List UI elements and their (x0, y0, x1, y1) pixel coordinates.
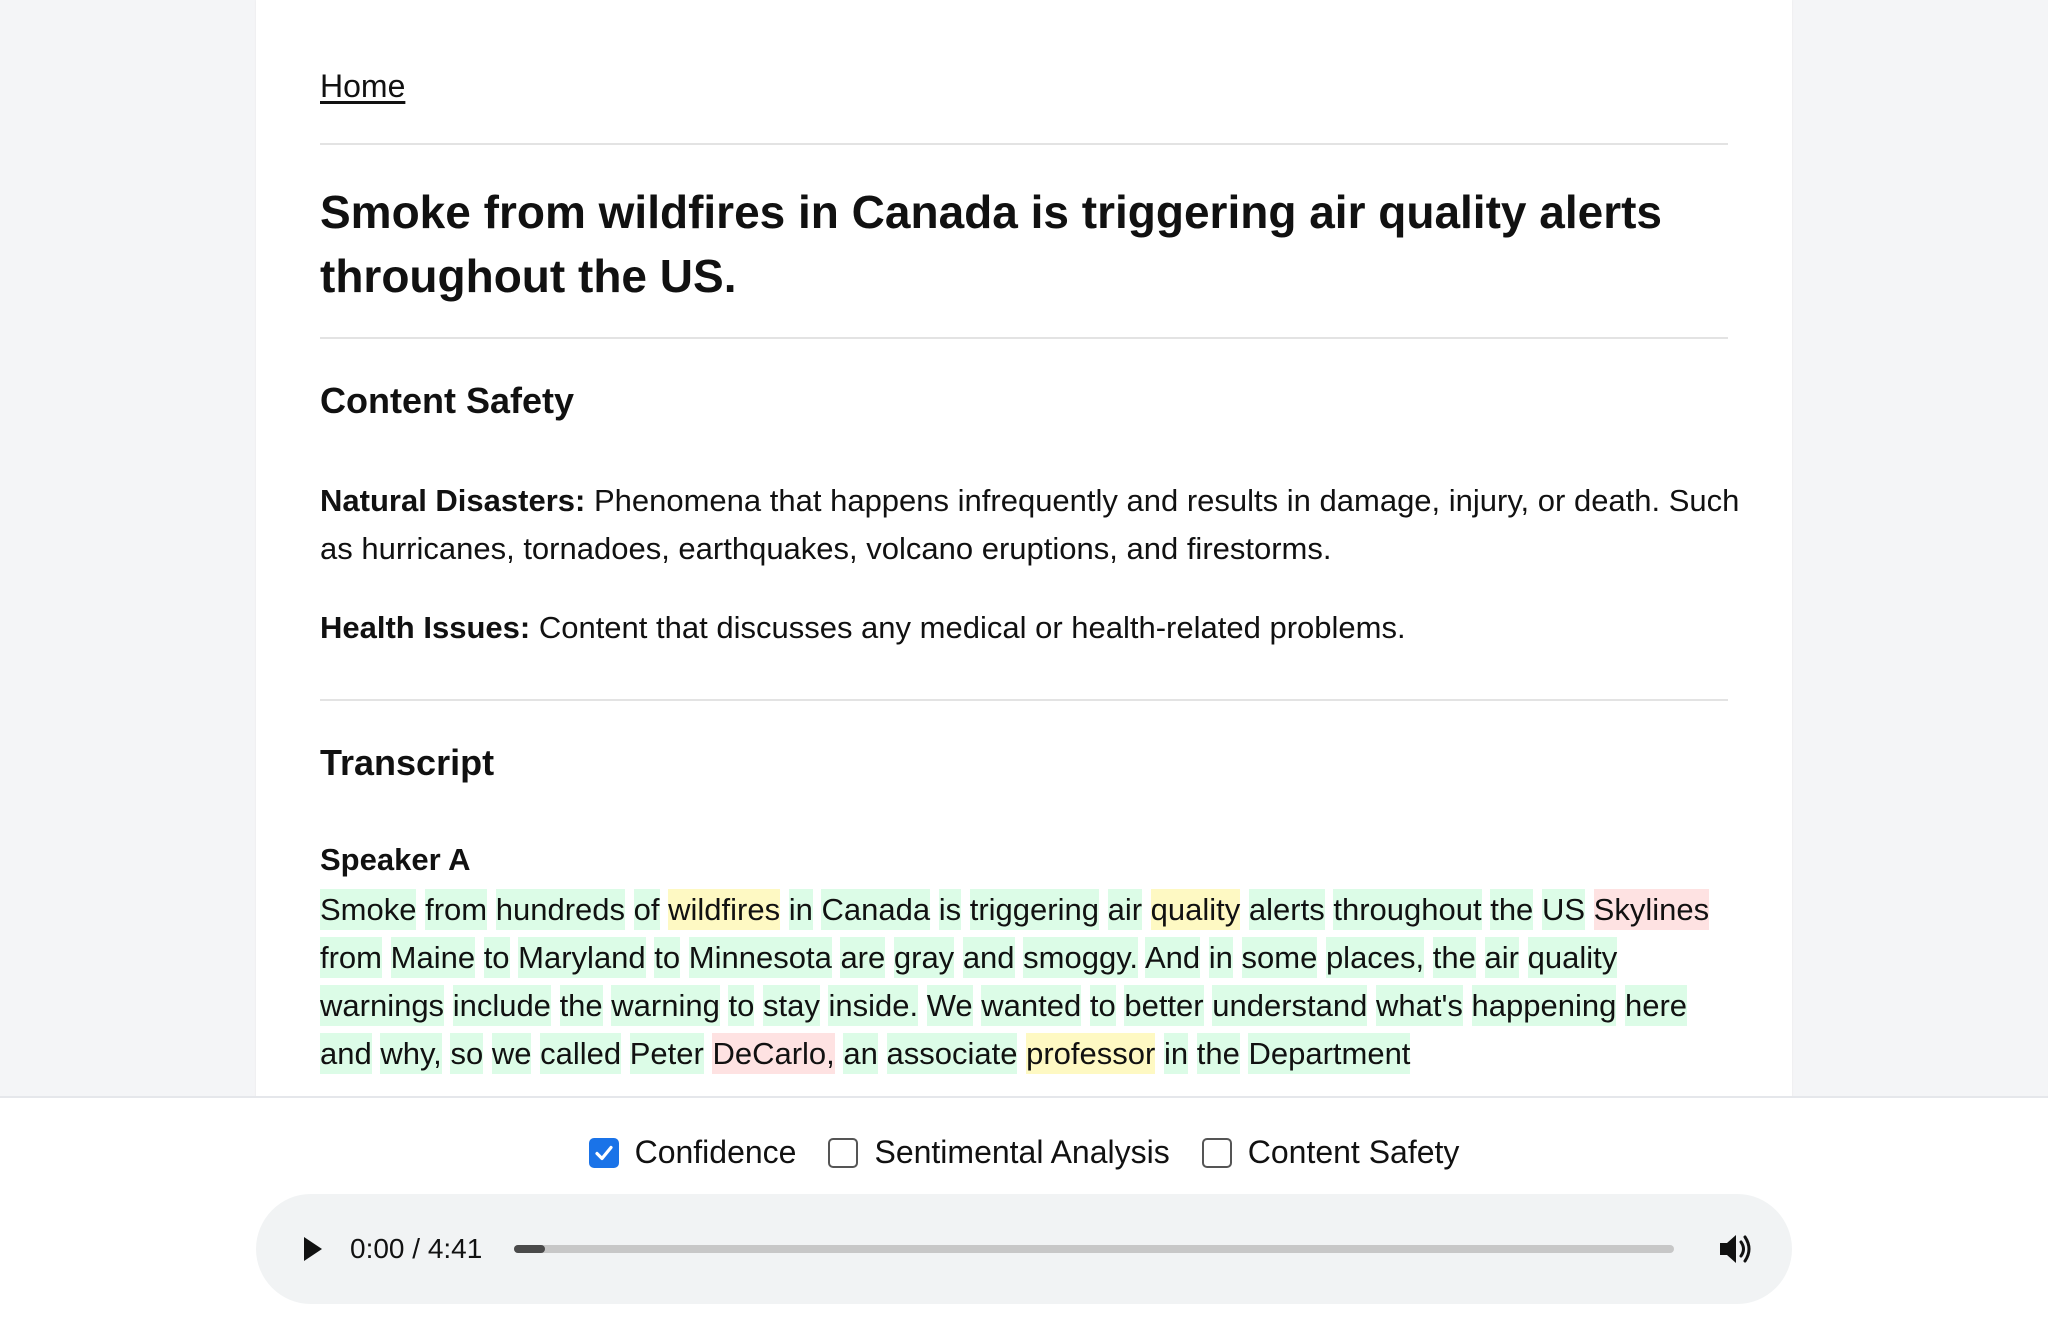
transcript-word: happening (1471, 985, 1617, 1026)
page-title: Smoke from wildfires in Canada is trigge… (320, 186, 1663, 302)
transcript-word: in (1163, 1033, 1189, 1074)
transcript-word: here (1624, 985, 1688, 1026)
transcript-word: in (788, 889, 813, 930)
audio-progress-fill (514, 1245, 546, 1253)
divider (320, 143, 1728, 145)
transcript-word: to (483, 937, 510, 978)
transcript-word: from (320, 937, 382, 978)
transcript-word: And (1144, 937, 1201, 978)
transcript-word: warnings (320, 985, 445, 1026)
divider (320, 337, 1728, 339)
transcript-word: US (1541, 889, 1586, 930)
transcript-word: associate (886, 1033, 1018, 1074)
transcript-word: some (1241, 937, 1318, 978)
play-icon[interactable] (294, 1231, 330, 1267)
transcript-word: called (540, 1033, 622, 1074)
speaker-label: Speaker A (320, 842, 471, 877)
sentimental-analysis-checkbox[interactable] (828, 1137, 859, 1168)
content-safety-heading: Content Safety (320, 380, 575, 421)
transcript-word: why, (380, 1033, 442, 1074)
transcript-word: wildfires (668, 889, 781, 930)
transcript-word: to (1089, 985, 1116, 1026)
safety-item-natural-disasters: Natural Disasters: Phenomena that happen… (320, 477, 1740, 573)
transcript-word: an (843, 1033, 878, 1074)
transcript-word: air (1107, 889, 1143, 930)
content-safety-toggle[interactable]: Content Safety (1201, 1134, 1460, 1171)
transcript-word: professor (1026, 1033, 1156, 1074)
confidence-checkbox[interactable] (588, 1137, 619, 1168)
transcript-word: the (1490, 889, 1534, 930)
sentimental-analysis-label: Sentimental Analysis (874, 1134, 1170, 1170)
audio-player: 0:00 / 4:41 (256, 1194, 1792, 1304)
transcript-word: warning (611, 985, 720, 1026)
transcript-word: alerts (1248, 889, 1325, 930)
bottom-controls: Confidence Sentimental Analysis Content … (0, 1096, 2048, 1336)
transcript-word: is (938, 889, 962, 930)
transcript-word: quality (1150, 889, 1241, 930)
sentimental-analysis-toggle[interactable]: Sentimental Analysis (828, 1134, 1170, 1171)
safety-item-health-issues: Health Issues: Content that discusses an… (320, 604, 1740, 652)
transcript-word: include (452, 985, 551, 1026)
divider (320, 699, 1728, 701)
transcript-word: Skylines (1593, 889, 1710, 930)
audio-progress-bar[interactable] (514, 1245, 1674, 1253)
transcript-word: better (1124, 985, 1204, 1026)
home-link[interactable]: Home (320, 68, 405, 105)
transcript-word: the (1432, 937, 1476, 978)
safety-item-label: Natural Disasters: (320, 483, 586, 518)
transcript-word: we (491, 1033, 532, 1074)
transcript-word: what's (1376, 985, 1463, 1026)
transcript-word: the (559, 985, 603, 1026)
transcript-word: from (425, 889, 488, 930)
content-safety-checkbox[interactable] (1201, 1137, 1232, 1168)
transcript-word: to (654, 937, 681, 978)
transcript-word: Smoke (320, 889, 417, 930)
highlight-toggles: Confidence Sentimental Analysis Content … (0, 1134, 2048, 1171)
transcript-word: the (1196, 1033, 1240, 1074)
transcript-word: places, (1325, 937, 1425, 978)
transcript-word: inside. (828, 985, 919, 1026)
transcript-word: quality (1527, 937, 1618, 978)
transcript-word: gray (893, 937, 955, 978)
transcript-word: triggering (969, 889, 1099, 930)
transcript-word: hundreds (495, 889, 626, 930)
transcript-word: so (450, 1033, 484, 1074)
transcript-word: stay (762, 985, 820, 1026)
confidence-label: Confidence (634, 1134, 797, 1170)
transcript-word: We (926, 985, 973, 1026)
transcript-word: in (1208, 937, 1233, 978)
transcript-word: DeCarlo, (712, 1033, 835, 1074)
volume-icon[interactable] (1716, 1230, 1756, 1268)
transcript-word: Peter (629, 1033, 704, 1074)
transcript-word: Maine (390, 937, 476, 978)
time-display: 0:00 / 4:41 (350, 1233, 483, 1264)
safety-item-label: Health Issues: (320, 610, 531, 645)
transcript-word: understand (1212, 985, 1368, 1026)
transcript-text: Smoke from hundreds of wildfires in Cana… (320, 886, 1740, 1078)
transcript-word: Canada (821, 889, 931, 930)
transcript-word: are (840, 937, 886, 978)
transcript-word: throughout (1333, 889, 1482, 930)
transcript-word: and (962, 937, 1015, 978)
transcript-word: wanted (981, 985, 1082, 1026)
transcript-heading: Transcript (320, 742, 495, 783)
transcript-word: to (728, 985, 755, 1026)
transcript-word: of (633, 889, 660, 930)
safety-item-description: Content that discusses any medical or he… (538, 610, 1406, 645)
transcript-word: Minnesota (688, 937, 832, 978)
transcript-word: smoggy. (1023, 937, 1139, 978)
transcript-word: Department (1248, 1033, 1411, 1074)
checkmark-icon (594, 1145, 613, 1160)
content-safety-label: Content Safety (1247, 1134, 1460, 1170)
transcript-word: Maryland (518, 937, 646, 978)
transcript-word: air (1484, 937, 1519, 978)
transcript-word: and (320, 1033, 372, 1074)
confidence-toggle[interactable]: Confidence (588, 1134, 797, 1171)
